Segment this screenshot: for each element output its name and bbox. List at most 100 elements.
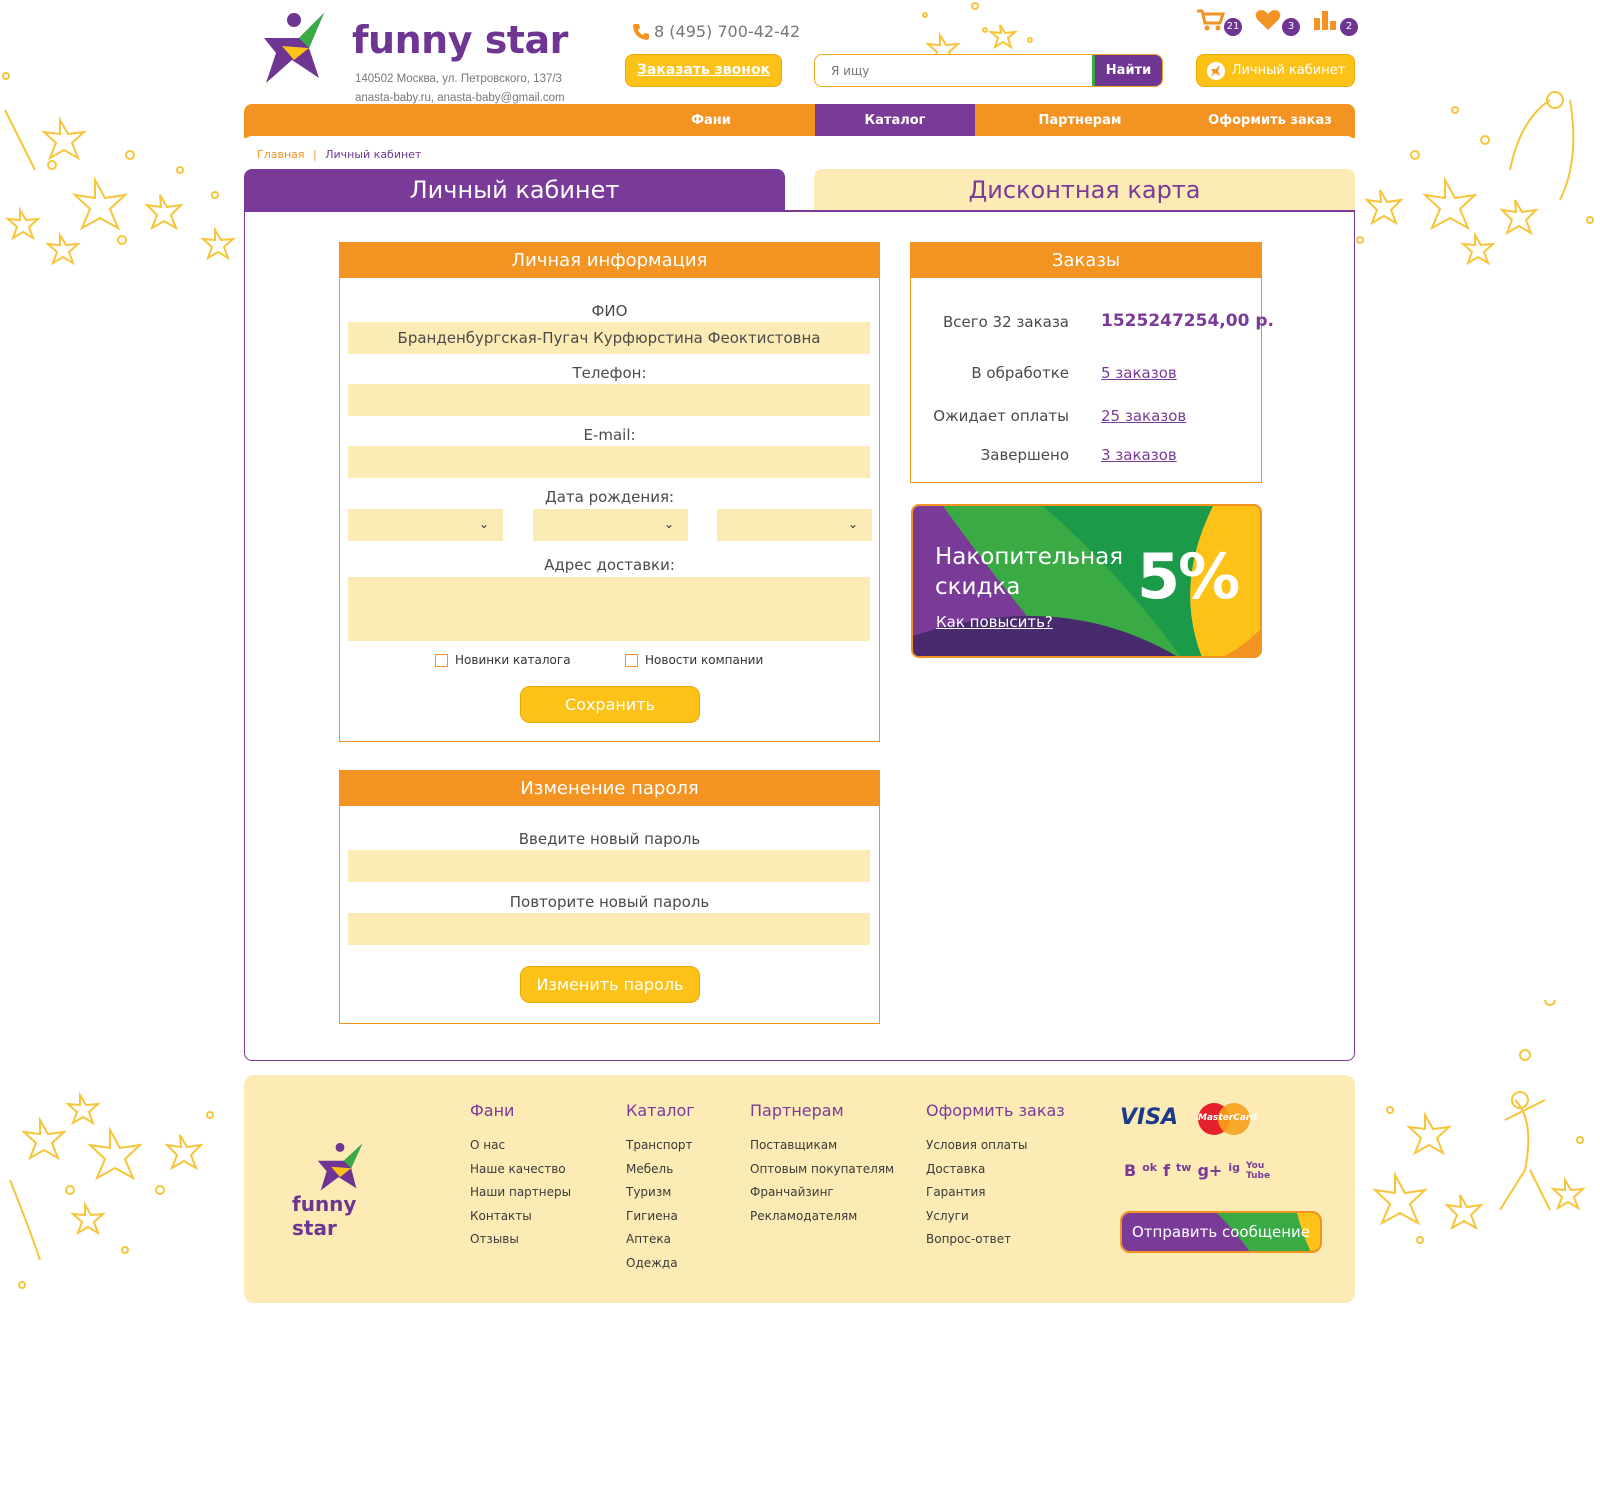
youtube-icon[interactable]: You Tube (1246, 1161, 1270, 1181)
phone[interactable]: 8 (495) 700-42-42 (632, 22, 800, 41)
address-label: Адрес доставки: (544, 556, 675, 574)
header-counters: 21 3 2 (1196, 8, 1358, 36)
checkbox-box[interactable] (435, 653, 448, 667)
instagram-icon[interactable]: ig (1228, 1161, 1240, 1181)
nav-item-checkout[interactable]: Оформить заказ (1185, 104, 1355, 138)
logo[interactable]: funny star 140502 Москва, ул. Петровског… (254, 8, 584, 104)
tab-discount-card[interactable]: Дисконтная карта (814, 169, 1355, 212)
search-box: Найти (814, 54, 1163, 87)
footer-link[interactable]: Гарантия (926, 1181, 1065, 1205)
phone-label: Телефон: (572, 364, 647, 382)
footer-logo-text: funny star (292, 1192, 357, 1240)
heart-icon (1255, 10, 1281, 30)
save-button[interactable]: Сохранить (520, 686, 700, 723)
footer-link[interactable]: Отзывы (470, 1228, 571, 1252)
news-company-label: Новости компании (645, 653, 764, 667)
change-password-button[interactable]: Изменить пароль (520, 966, 700, 1003)
nav-item-partners[interactable]: Партнерам (975, 104, 1185, 138)
compare-icon (1314, 11, 1336, 30)
odnoklassniki-icon[interactable]: ok (1142, 1161, 1157, 1181)
orders-awaiting-link[interactable]: 25 заказов (1101, 407, 1186, 425)
logo-star-icon (264, 13, 324, 83)
birth-day-select[interactable]: ⌄ (348, 509, 503, 541)
footer-link[interactable]: Услуги (926, 1205, 1065, 1229)
footer-link[interactable]: Оптовым покупателям (750, 1158, 894, 1182)
news-company-checkbox[interactable]: Новости компании (625, 653, 763, 667)
callback-button[interactable]: Заказать звонок (625, 54, 782, 87)
footer-column-title[interactable]: Каталог (626, 1101, 695, 1120)
cart-count: 21 (1224, 18, 1242, 36)
checkbox-box[interactable] (625, 653, 638, 667)
search-button[interactable]: Найти (1092, 55, 1162, 86)
cart-link[interactable]: 21 (1196, 8, 1242, 36)
personal-info-panel: Личная информация ФИО Бранденбургская-Пу… (339, 242, 880, 742)
stars-decoration-left-top (2, 72, 236, 266)
birth-year-select[interactable]: ⌄ (717, 509, 872, 541)
orders-processing-link[interactable]: 5 заказов (1101, 364, 1177, 382)
footer-link[interactable]: Одежда (626, 1252, 695, 1276)
logo-text: funny star (352, 18, 568, 62)
footer-link[interactable]: Рекламодателям (750, 1205, 894, 1229)
mastercard-text: MasterCard (1198, 1113, 1257, 1123)
footer-link[interactable]: Условия оплаты (926, 1134, 1065, 1158)
address-field[interactable] (348, 577, 870, 641)
footer-logo-star-icon (317, 1142, 363, 1191)
footer-logo[interactable]: funny star (292, 1140, 402, 1240)
footer-link[interactable]: Вопрос-ответ (926, 1228, 1065, 1252)
footer-column-title[interactable]: Партнерам (750, 1101, 894, 1120)
chevron-down-icon: ⌄ (478, 517, 489, 531)
footer-link[interactable]: Наше качество (470, 1158, 571, 1182)
footer-link[interactable]: Франчайзинг (750, 1181, 894, 1205)
new-password-label: Введите новый пароль (518, 830, 701, 848)
news-catalog-label: Новинки каталога (455, 653, 571, 667)
footer-link[interactable]: Аптека (626, 1228, 695, 1252)
visa-logo: VISA (1120, 1105, 1179, 1130)
footer-column-checkout: Оформить заказ Условия оплаты Доставка Г… (926, 1101, 1065, 1252)
news-catalog-checkbox[interactable]: Новинки каталога (435, 653, 571, 667)
compare-link[interactable]: 2 (1312, 8, 1358, 36)
vk-icon[interactable]: B (1124, 1161, 1136, 1181)
main-nav: Фани Каталог Партнерам Оформить заказ (244, 104, 1355, 138)
repeat-password-field[interactable] (348, 913, 870, 945)
breadcrumb-home[interactable]: Главная (257, 148, 305, 161)
facebook-icon[interactable]: f (1163, 1161, 1170, 1181)
discount-increase-link[interactable]: Как повысить? (936, 613, 1053, 631)
orders-total-label: Всего 32 заказа (942, 313, 1069, 331)
footer-link[interactable]: Транспорт (626, 1134, 695, 1158)
footer-link[interactable]: Контакты (470, 1205, 571, 1229)
fio-field[interactable]: Бранденбургская-Пугач Курфюрстина Феокти… (348, 322, 870, 354)
footer-link[interactable]: Туризм (626, 1181, 695, 1205)
tab-cabinet[interactable]: Личный кабинет (244, 169, 785, 212)
nav-item-catalog[interactable]: Каталог (815, 104, 975, 138)
compare-count: 2 (1340, 18, 1358, 36)
discount-title-line2: скидка (935, 574, 1021, 600)
footer-column-title[interactable]: Оформить заказ (926, 1101, 1065, 1120)
new-password-field[interactable] (348, 850, 870, 882)
personal-info-title: Личная информация (340, 243, 879, 278)
repeat-password-label: Повторите новый пароль (509, 893, 710, 911)
footer-link[interactable]: Доставка (926, 1158, 1065, 1182)
orders-processing-label: В обработке (971, 364, 1069, 382)
google-plus-icon[interactable]: g+ (1197, 1161, 1222, 1181)
footer-link[interactable]: Наши партнеры (470, 1181, 571, 1205)
birth-month-select[interactable]: ⌄ (533, 509, 688, 541)
footer-link[interactable]: Мебель (626, 1158, 695, 1182)
breadcrumb: Главная | Личный кабинет (257, 148, 421, 161)
orders-panel: Заказы Всего 32 заказа 1525247254,00 р. … (910, 242, 1274, 483)
search-input[interactable] (815, 55, 1093, 86)
cabinet-button[interactable]: Личный кабинет (1196, 54, 1355, 87)
twitter-icon[interactable]: tw (1176, 1161, 1191, 1181)
favorites-link[interactable]: 3 (1254, 8, 1300, 36)
send-message-button[interactable]: Отправить сообщение (1120, 1211, 1322, 1253)
footer-column-title[interactable]: Фани (470, 1101, 571, 1120)
cabinet-content: Личная информация ФИО Бранденбургская-Пу… (244, 210, 1355, 1061)
phone-field[interactable] (348, 384, 870, 416)
email-field[interactable] (348, 446, 870, 478)
footer-link[interactable]: Гигиена (626, 1205, 695, 1229)
stars-decoration-right-bottom (1371, 1000, 1586, 1244)
cabinet-label: Личный кабинет (1231, 63, 1346, 78)
footer-link[interactable]: О нас (470, 1134, 571, 1158)
footer-link[interactable]: Поставщикам (750, 1134, 894, 1158)
orders-completed-link[interactable]: 3 заказов (1101, 446, 1177, 464)
nav-item-fani[interactable]: Фани (626, 104, 796, 138)
